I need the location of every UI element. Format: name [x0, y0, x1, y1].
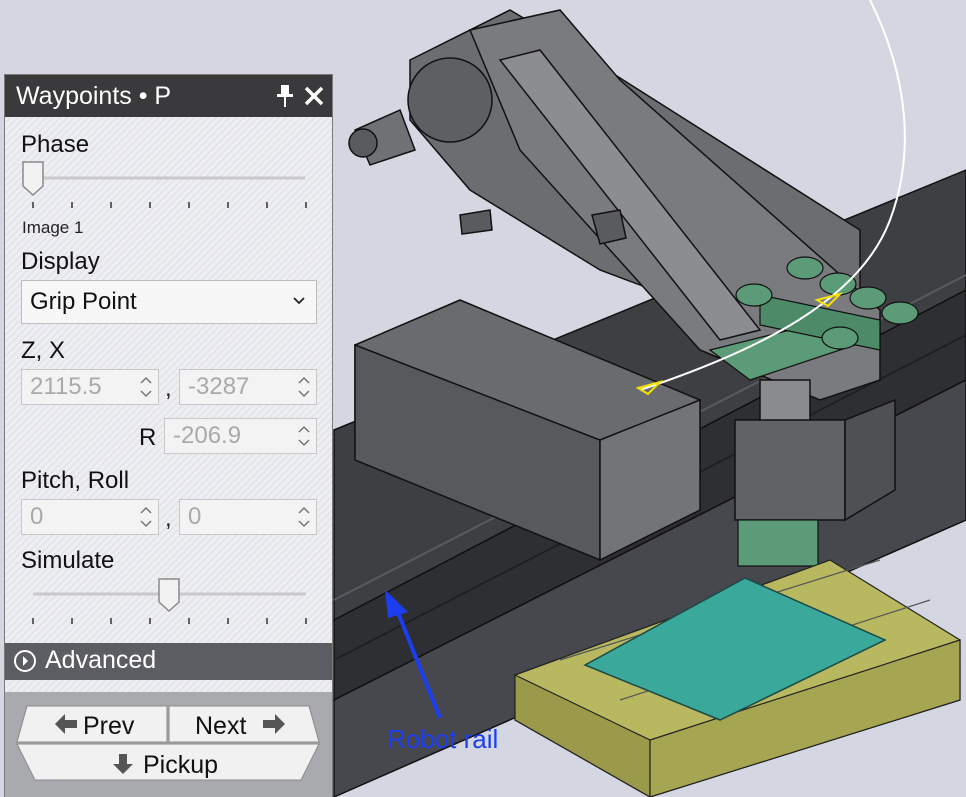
simulate-slider[interactable] [21, 578, 311, 628]
advanced-expander[interactable]: Advanced [5, 643, 332, 680]
simulate-label: Simulate [21, 547, 115, 574]
next-label: Next [195, 712, 246, 740]
display-select[interactable]: Grip Point [21, 280, 317, 324]
pickup-label: Pickup [143, 751, 218, 779]
phase-caption: Image 1 [22, 218, 84, 237]
panel-header: Waypoints • P [5, 75, 332, 117]
z-spinner-icon[interactable] [138, 372, 154, 402]
roll-spinner-icon[interactable] [296, 502, 312, 532]
expand-circle-icon [14, 650, 36, 672]
z-value: 2115.5 [30, 373, 102, 400]
pin-icon[interactable] [274, 83, 296, 109]
zx-separator: , [165, 375, 172, 402]
x-input[interactable]: -3287 [179, 369, 317, 405]
phase-label: Phase [21, 131, 90, 158]
display-label: Display [21, 248, 100, 275]
pitch-spinner-icon[interactable] [138, 502, 154, 532]
x-value: -3287 [188, 373, 250, 400]
z-input[interactable]: 2115.5 [21, 369, 159, 405]
simulate-slider-thumb [158, 578, 180, 613]
panel-title: Waypoints • P [16, 82, 172, 110]
close-icon[interactable] [302, 83, 326, 109]
rail-annotation-label: Robot rail [387, 724, 499, 754]
phase-slider[interactable] [21, 160, 311, 210]
r-input[interactable]: -206.9 [164, 418, 317, 454]
roll-input[interactable]: 0 [179, 499, 317, 535]
chevron-down-icon [293, 297, 305, 305]
pitch-roll-separator: , [165, 505, 172, 532]
x-spinner-icon[interactable] [296, 372, 312, 402]
r-label: R [139, 424, 157, 451]
pitch-roll-label: Pitch, Roll [21, 467, 130, 494]
r-value: -206.9 [173, 422, 242, 449]
waypoints-panel: Waypoints • P Phase Image 1 Display Grip… [4, 74, 333, 797]
advanced-label: Advanced [45, 646, 157, 674]
pitch-value: 0 [30, 503, 44, 530]
roll-value: 0 [188, 503, 202, 530]
zx-label: Z, X [21, 337, 66, 364]
navigation-area: Prev Next Pickup [5, 692, 332, 797]
pitch-input[interactable]: 0 [21, 499, 159, 535]
phase-slider-thumb [22, 161, 44, 197]
r-spinner-icon[interactable] [296, 421, 312, 451]
prev-label: Prev [83, 712, 135, 740]
display-select-value: Grip Point [30, 288, 137, 315]
